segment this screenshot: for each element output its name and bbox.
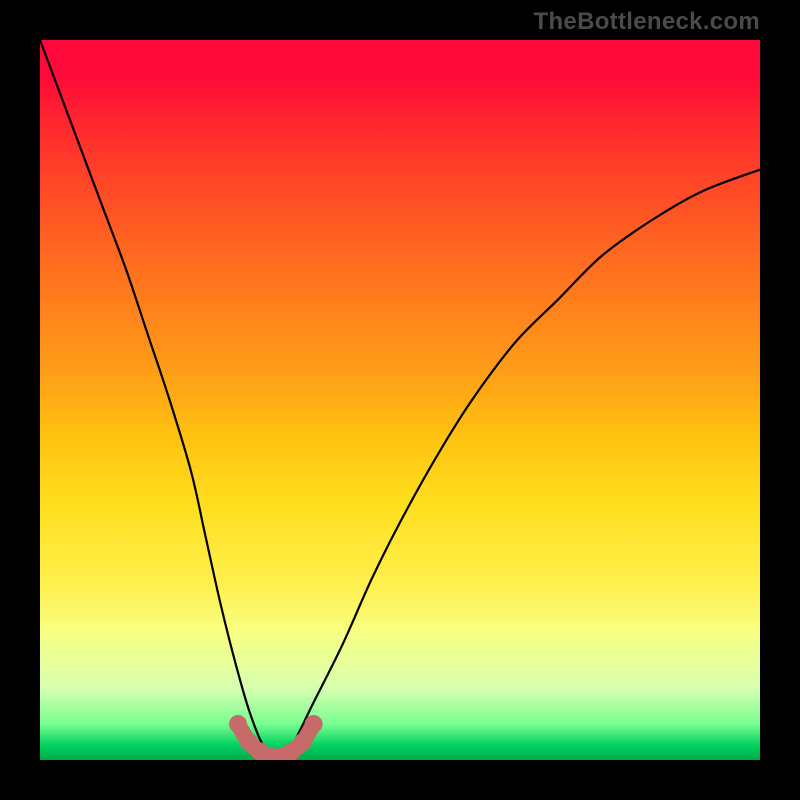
optimal-marker [294, 733, 312, 751]
optimal-range-markers [229, 715, 323, 760]
plot-svg [40, 40, 760, 760]
optimal-marker [229, 715, 247, 733]
optimal-marker [305, 715, 323, 733]
attribution-label: TheBottleneck.com [534, 8, 760, 36]
chart-frame: TheBottleneck.com [0, 0, 800, 800]
bottleneck-curve [40, 40, 760, 760]
